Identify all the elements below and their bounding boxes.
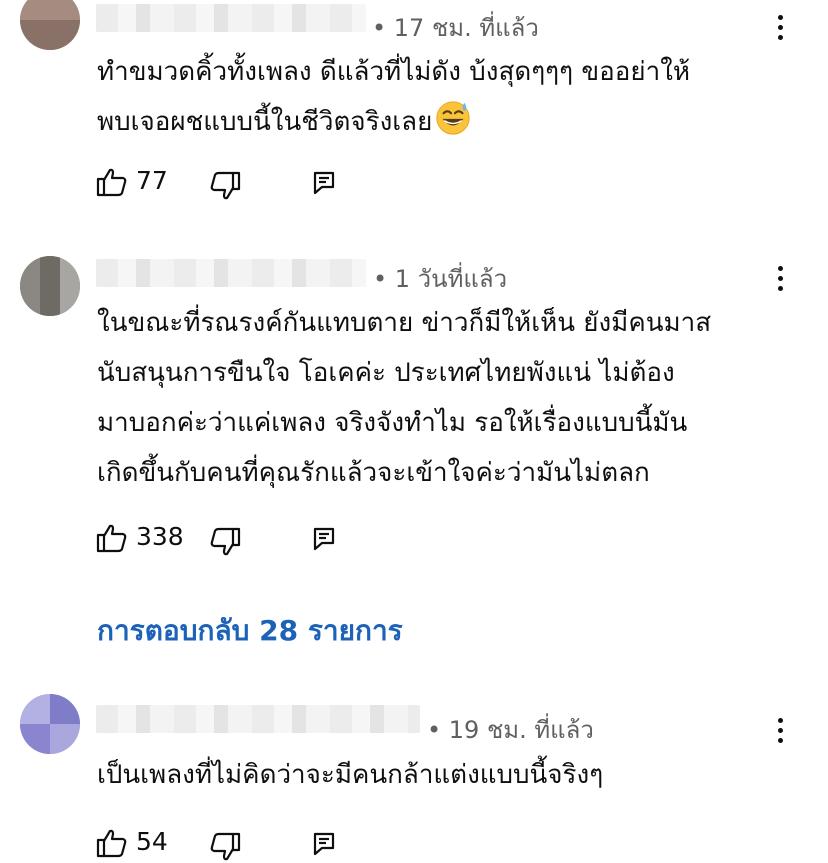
like-count: 54 — [136, 827, 168, 856]
view-replies-link[interactable]: การตอบกลับ 28 รายการ — [97, 609, 403, 653]
comment-line: เป็นเพลงที่ไม่คิดว่าจะมีคนกล้าแต่งแบบนี้… — [97, 760, 604, 790]
comment-line: มาบอกค่ะว่าแค่เพลง จริงจังทำไม รอให้เรื่… — [97, 408, 688, 438]
avatar[interactable] — [20, 0, 80, 50]
comment-timestamp: • 1 วันที่แล้ว — [373, 265, 508, 293]
comment-timestamp: • 19 ชม. ที่แล้ว — [427, 716, 594, 744]
like-count: 77 — [136, 166, 168, 195]
more-vert-icon[interactable] — [771, 716, 791, 746]
comment-line: ในขณะที่รณรงค์กันแทบตาย ข่าวก็มีให้เห็น … — [97, 308, 712, 338]
comment-text: ในขณะที่รณรงค์กันแทบตาย ข่าวก็มีให้เห็น … — [97, 298, 797, 498]
author-name-redacted[interactable] — [96, 705, 420, 733]
reply-icon[interactable] — [312, 831, 336, 857]
comment-text: ทำขมวดคิ้วทั้งเพลง ดีแล้วที่ไม่ดัง บ้งสุ… — [97, 47, 797, 147]
comment-line-text: พบเจอผชแบบนี้ในชีวิตจริงเลย — [97, 107, 433, 137]
comment-timestamp: • 17 ชม. ที่แล้ว — [372, 14, 539, 42]
more-vert-icon[interactable] — [771, 13, 791, 43]
reply-icon[interactable] — [312, 170, 336, 196]
reply-icon[interactable] — [312, 526, 336, 552]
sweat-smile-emoji-icon — [436, 101, 470, 135]
thumb-down-icon[interactable] — [209, 526, 241, 558]
thumb-down-icon[interactable] — [209, 831, 241, 863]
comment-line: เกิดขึ้นกับคนที่คุณรักแล้วจะเข้าใจค่ะว่า… — [97, 458, 650, 488]
comment-text: เป็นเพลงที่ไม่คิดว่าจะมีคนกล้าแต่งแบบนี้… — [97, 750, 797, 800]
comment-line: พบเจอผชแบบนี้ในชีวิตจริงเลย — [97, 97, 797, 147]
author-name-redacted[interactable] — [96, 4, 366, 32]
thumb-up-icon[interactable] — [96, 522, 128, 554]
avatar[interactable] — [20, 694, 80, 754]
thumb-down-icon[interactable] — [209, 170, 241, 202]
comment-line: นับสนุนการขืนใจ โอเคค่ะ ประเทศไทยพังแน่ … — [97, 358, 675, 388]
more-vert-icon[interactable] — [771, 264, 791, 294]
avatar[interactable] — [20, 256, 80, 316]
author-name-redacted[interactable] — [96, 259, 366, 287]
comment-line: ทำขมวดคิ้วทั้งเพลง ดีแล้วที่ไม่ดัง บ้งสุ… — [97, 57, 691, 87]
like-count: 338 — [136, 522, 184, 551]
thumb-up-icon[interactable] — [96, 166, 128, 198]
thumb-up-icon[interactable] — [96, 827, 128, 859]
